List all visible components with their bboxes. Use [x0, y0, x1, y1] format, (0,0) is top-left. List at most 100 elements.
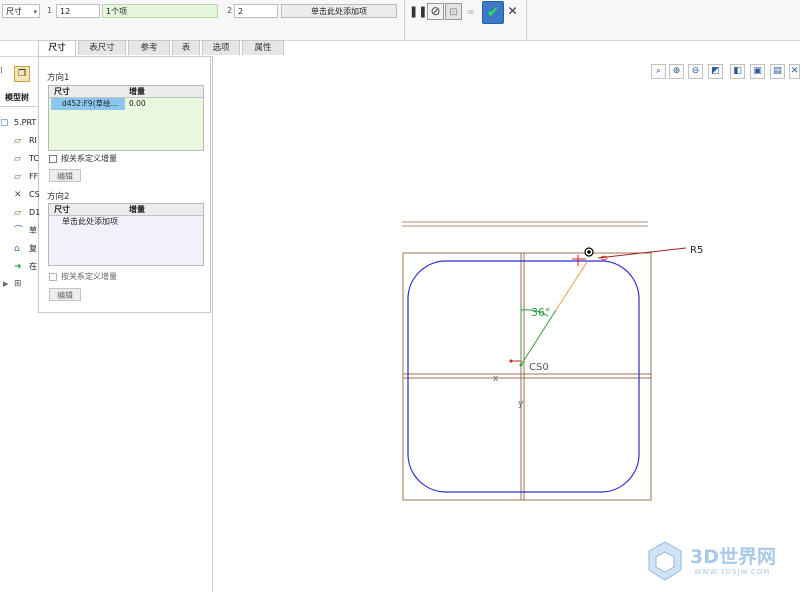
grid-icon[interactable]: ⁞: [0, 66, 6, 80]
datum-plane-icon: ▱: [14, 154, 21, 164]
zoom-out-icon: ⊖: [691, 66, 700, 76]
no-preview-icon: ⊘: [430, 4, 441, 18]
dimension-cell[interactable]: d452:F9(草绘...: [51, 98, 125, 110]
datum-display-button[interactable]: ✕: [789, 64, 800, 79]
tree-item-part[interactable]: ▢ 5.PRT: [0, 116, 38, 130]
tab-options[interactable]: 选项: [202, 40, 240, 55]
direction-2-table-header: 尺寸 增量: [49, 204, 203, 216]
col-increment: 增量: [129, 87, 145, 96]
watermark-url: WWW.3DSJW.COM: [694, 568, 771, 576]
tree-item-datum-plane-right[interactable]: ▱ RI: [0, 134, 38, 148]
attached-preview-button[interactable]: ⊡: [445, 3, 462, 20]
tree-item-label: RI: [29, 136, 37, 145]
tab-properties[interactable]: 属性: [242, 40, 284, 55]
radius-dimension[interactable]: R5: [690, 245, 703, 256]
repaint-button[interactable]: ◩: [708, 64, 723, 79]
cancel-button[interactable]: ✕: [505, 3, 520, 20]
tree-item-datum-plane[interactable]: ▱ D1: [0, 206, 41, 220]
insert-arrow-icon: ➜: [14, 262, 22, 272]
apply-ok-button[interactable]: ✔: [482, 1, 504, 24]
part-icon: ▢: [0, 118, 9, 128]
angle-dimension[interactable]: 36°: [531, 306, 551, 319]
zoom-in-button[interactable]: ⊕: [669, 64, 684, 79]
tree-item-insert-here[interactable]: ➜ 在: [0, 260, 38, 274]
dashboard-separator-2: [526, 0, 527, 40]
col-dimension: 尺寸: [54, 87, 70, 96]
edit-button-1[interactable]: 编辑: [49, 169, 81, 182]
model-tree: ⁞ ❐ 模型树 ▢ 5.PRT ▱ RI ▱ TC ▱ FF ✕ CS ▱ D1…: [0, 62, 41, 592]
verify-mode-button[interactable]: ∞: [463, 3, 478, 20]
dimensions-panel: 方向1 尺寸 增量 d452:F9(草绘... 0.00 按关系定义增量 编辑 …: [38, 56, 211, 313]
graphics-divider: [212, 56, 213, 592]
tab-references[interactable]: 参考: [128, 40, 170, 55]
dashboard: 尺寸 ▾ 1 12 1个项 2 2 单击此处添加项 ❚❚ ⊘ ⊡ ∞ ✔ ✕: [0, 0, 800, 41]
relation-increment-checkbox-2[interactable]: [49, 273, 57, 281]
table-row[interactable]: d452:F9(草绘... 0.00: [49, 98, 203, 110]
type-select[interactable]: 尺寸 ▾: [2, 4, 40, 18]
direction-1-index: 1: [47, 6, 53, 15]
relation-increment-label-2: 按关系定义增量: [61, 272, 117, 281]
saved-views-button[interactable]: ▣: [750, 64, 765, 79]
display-style-button[interactable]: ◧: [730, 64, 745, 79]
tree-item-label: 在: [29, 262, 37, 271]
refit-button[interactable]: ⌕: [651, 64, 666, 79]
cube-logo-icon: [648, 541, 682, 581]
layers-icon[interactable]: ❐: [14, 66, 30, 82]
tree-item-copy[interactable]: ⌂ 复: [0, 242, 38, 256]
drag-handle-center: [587, 250, 591, 254]
checkmark-icon: ✔: [486, 3, 500, 21]
direction-1-reference-collector[interactable]: 1个项: [102, 4, 218, 18]
sketch-icon: ⌒: [14, 226, 24, 236]
tree-item-csys[interactable]: ✕ CS: [0, 188, 40, 202]
csys-x-marker: [509, 359, 513, 363]
sketch-canvas[interactable]: 36° CS0 x y R5: [380, 210, 720, 510]
table-row[interactable]: 单击此处添加项: [49, 216, 203, 228]
tree-item-label: 复: [29, 244, 37, 253]
tree-item-label: CS: [29, 190, 40, 199]
radius-leader: [555, 261, 588, 311]
direction-1-count-input[interactable]: 12: [56, 4, 100, 18]
pause-button[interactable]: ❚❚: [409, 3, 428, 20]
glasses-icon: ∞: [466, 7, 475, 18]
no-preview-button[interactable]: ⊘: [427, 3, 444, 20]
pause-icon: ❚❚: [409, 5, 428, 18]
copy-feature-icon: ⌂: [14, 244, 20, 254]
increment-cell[interactable]: 0.00: [129, 98, 146, 110]
tab-dimensions[interactable]: 尺寸: [38, 40, 76, 56]
edit-button-2[interactable]: 编辑: [49, 288, 81, 301]
tree-item-label: D1: [29, 208, 41, 217]
saved-views-icon: ▣: [753, 66, 762, 76]
expand-arrow-icon[interactable]: ▶: [3, 277, 8, 291]
add-item-cell[interactable]: 单击此处添加项: [62, 216, 118, 228]
csys-label: CS0: [529, 362, 549, 373]
tab-table-dimensions[interactable]: 表尺寸: [78, 40, 126, 55]
coordinate-system-icon: ✕: [14, 190, 22, 200]
tree-item-label: FF: [29, 172, 39, 181]
tree-item-sketch[interactable]: ⌒ 草: [0, 224, 38, 238]
direction-1-table: 尺寸 增量 d452:F9(草绘... 0.00: [48, 85, 204, 151]
tree-item-pattern[interactable]: ▶ ⊞: [0, 277, 38, 291]
direction-2-reference-collector[interactable]: 单击此处添加项: [281, 4, 397, 18]
tree-item-datum-plane-front[interactable]: ▱ FF: [0, 170, 38, 184]
view-manager-icon: ▤: [773, 66, 782, 76]
direction-2-title: 方向2: [47, 192, 70, 202]
datum-plane-icon: ▱: [14, 208, 21, 218]
direction-2-count-input[interactable]: 2: [234, 4, 278, 18]
relation-increment-checkbox-1[interactable]: [49, 155, 57, 163]
direction-2-index: 2: [227, 6, 233, 15]
datum-plane-icon: ▱: [14, 172, 21, 182]
zoom-out-button[interactable]: ⊖: [688, 64, 703, 79]
watermark: 3D世界网 WWW.3DSJW.COM: [640, 538, 790, 586]
chevron-down-icon: ▾: [33, 8, 37, 16]
tab-tables[interactable]: 表: [172, 40, 200, 55]
view-manager-button[interactable]: ▤: [770, 64, 785, 79]
pattern-icon: ⊞: [14, 279, 22, 289]
direction-1-title: 方向1: [47, 73, 70, 83]
datum-display-icon: ✕: [790, 66, 799, 76]
tree-divider: [0, 106, 38, 107]
tree-item-datum-plane-top[interactable]: ▱ TC: [0, 152, 39, 166]
close-icon: ✕: [507, 4, 518, 18]
tree-item-label: 5.PRT: [14, 118, 37, 127]
dashboard-separator: [404, 0, 405, 40]
attached-preview-icon: ⊡: [449, 7, 458, 18]
